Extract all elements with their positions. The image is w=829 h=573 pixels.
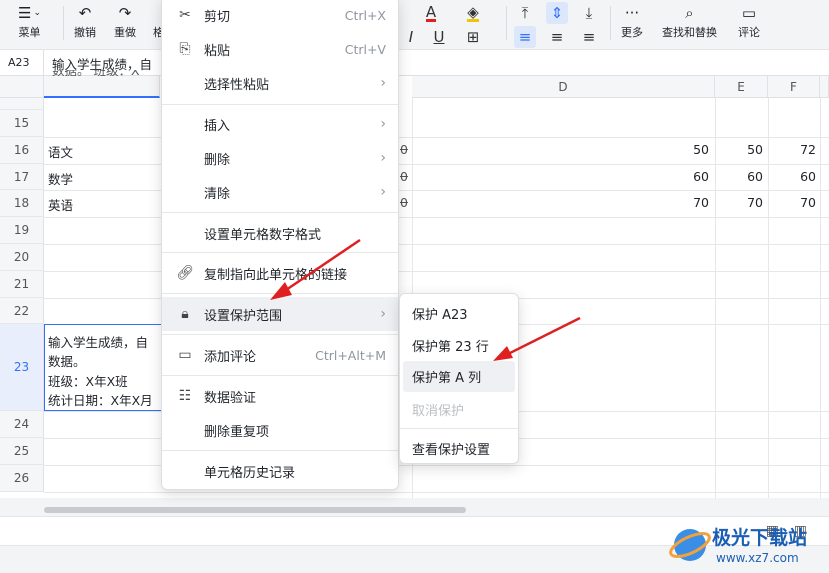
annotation-arrow-2 xyxy=(505,316,581,357)
annotation-arrowhead-1 xyxy=(270,282,292,300)
watermark-title: 极光下载站 xyxy=(712,527,808,549)
annotation-arrowhead-2 xyxy=(493,346,513,361)
annotation-arrow-1 xyxy=(282,238,361,294)
watermark-globe-icon xyxy=(669,529,711,561)
watermark-logo: 极光下载站 www.xz7.com xyxy=(668,519,828,569)
annotation-arrows xyxy=(270,238,581,361)
watermark-url: www.xz7.com xyxy=(716,551,799,565)
